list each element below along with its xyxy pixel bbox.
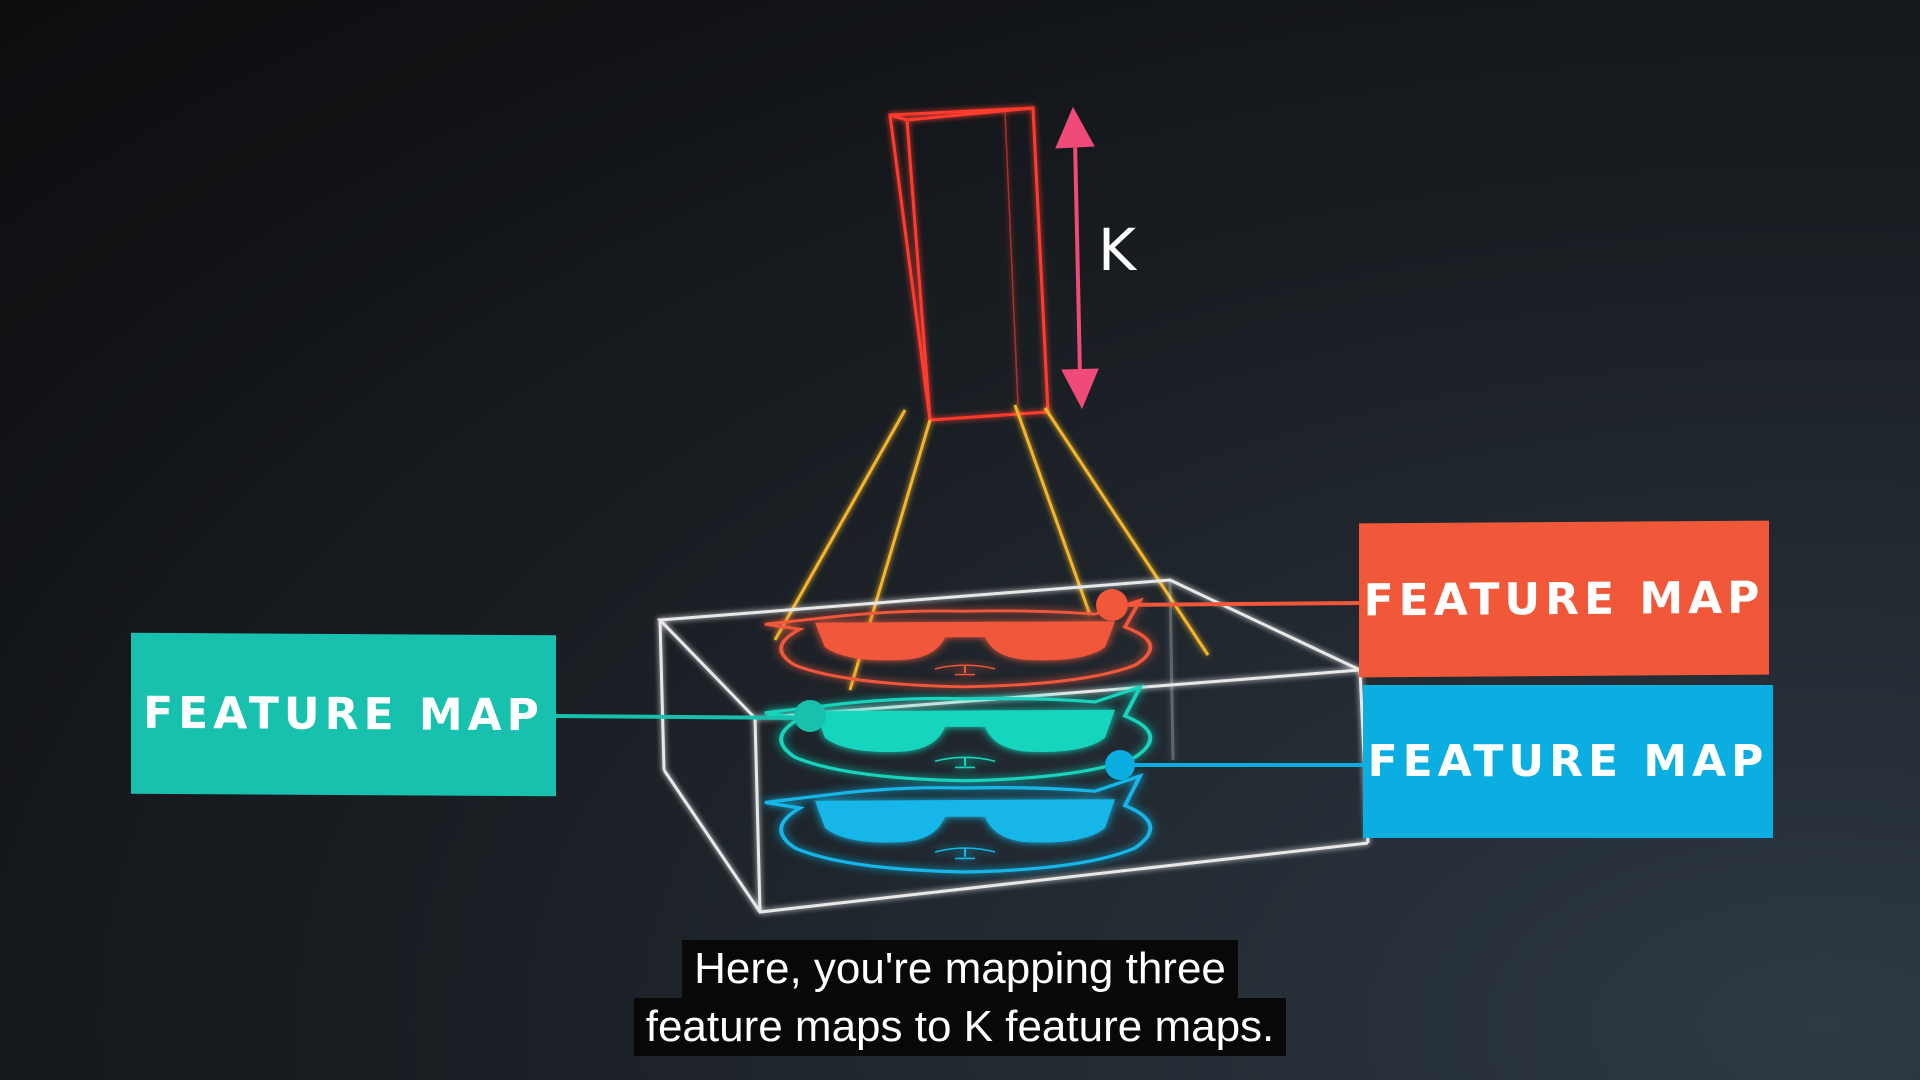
connector-top-right xyxy=(1096,589,1361,621)
subtitle-line-2: feature maps to K feature maps. xyxy=(633,998,1287,1056)
feature-map-label-orange: FEATURE MAP xyxy=(1359,520,1769,678)
connector-bottom-right xyxy=(1105,750,1365,780)
feature-slice-orange xyxy=(763,598,1153,689)
subtitle-line-1: Here, you're mapping three xyxy=(682,940,1238,998)
k-dimension-arrow xyxy=(1055,106,1099,410)
subtitle-caption: Here, you're mapping three feature maps … xyxy=(0,940,1920,1056)
k-label: K xyxy=(1098,216,1137,284)
feature-slice-blue xyxy=(763,774,1153,874)
feature-map-label-blue: FEATURE MAP xyxy=(1363,685,1773,838)
feature-map-label-teal: FEATURE MAP xyxy=(131,632,556,797)
output-column xyxy=(888,106,1050,422)
